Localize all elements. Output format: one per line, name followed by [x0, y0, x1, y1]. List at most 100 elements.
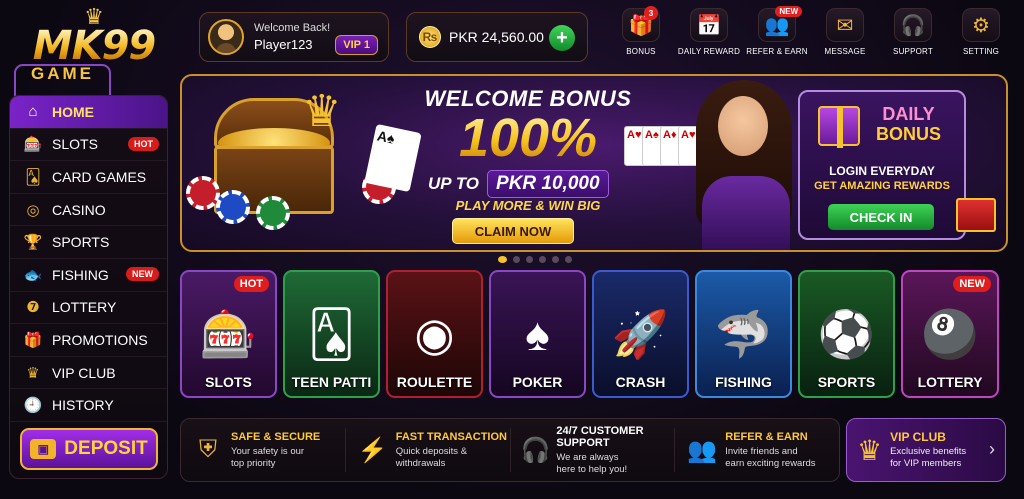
lightning-icon: ⚡ [357, 436, 388, 464]
feature-title: SAFE & SECURE [231, 430, 321, 443]
gift-icon: 🎁 [23, 331, 43, 349]
carousel-dot[interactable] [539, 256, 546, 263]
daily-reward-button[interactable]: 📅 DAILY REWARD [678, 8, 740, 64]
sidebar-item-card-games[interactable]: 🂡 CARD GAMES [10, 161, 167, 194]
feature-title: 24/7 CUSTOMER SUPPORT [556, 424, 644, 449]
feature-strip: ⛨ SAFE & SECURE Your safety is our top p… [180, 418, 840, 482]
sidebar-item-label: HISTORY [52, 397, 114, 414]
sidebar-item-label: PROMOTIONS [52, 331, 148, 348]
game-name: SLOTS [205, 374, 252, 390]
roulette-icon: ◎ [26, 201, 40, 219]
wallet-icon: ▣ [30, 439, 57, 459]
vip-level-badge[interactable]: VIP 1 [335, 35, 378, 55]
support-button[interactable]: 🎧 SUPPORT [882, 8, 944, 64]
user-profile-card[interactable]: Welcome Back! Player123 VIP 1 [199, 12, 389, 62]
slot-machine-icon: 🎰 [23, 136, 43, 154]
sidebar-item-vip-club[interactable]: ♛ VIP CLUB [10, 357, 167, 390]
vip-club-desc-line2: for VIP members [890, 458, 962, 469]
feature-desc-line1: Quick deposits & [395, 445, 468, 457]
game-card-sports[interactable]: ⚽ SPORTS [798, 270, 895, 398]
game-card-roulette[interactable]: ◉ ROULETTE [386, 270, 483, 398]
game-name: CRASH [615, 374, 666, 390]
sidebar-item-lottery[interactable]: ❼ LOTTERY [10, 292, 167, 325]
avatar[interactable] [208, 19, 244, 55]
cards-icon: 🂡 [25, 168, 41, 186]
feature-refer-earn: 👥 REFER & EARN Invite friends and earn e… [675, 428, 839, 472]
game-card-poker[interactable]: ♠ POKER [489, 270, 586, 398]
carousel-dot[interactable] [565, 256, 572, 263]
game-card-fishing[interactable]: 🦈 FISHING [695, 270, 792, 398]
sidebar-item-label: SPORTS [52, 234, 110, 251]
new-badge: NEW [126, 266, 159, 281]
carousel-dot[interactable] [526, 256, 533, 263]
promo-banner[interactable]: ♛ A♠ WELCOME BONUS 100% UP TO PKR 10,000… [180, 74, 1008, 252]
message-button[interactable]: ✉ MESSAGE [814, 8, 876, 64]
refer-earn-button[interactable]: 👥 NEW REFER & EARN [746, 6, 808, 64]
message-label: MESSAGE [824, 47, 866, 56]
sidebar-item-casino[interactable]: ◎ CASINO [10, 194, 167, 227]
sidebar-item-home[interactable]: ⌂ HOME [10, 96, 167, 129]
game-card-teen-patti[interactable]: 🂡 TEEN PATTI [283, 270, 380, 398]
game-name: ROULETTE [396, 374, 473, 390]
add-funds-button[interactable]: + [549, 25, 575, 51]
wallet-balance: ₨ PKR 24,560.00 + [406, 12, 588, 62]
game-card-lottery[interactable]: 🎱 NEW LOTTERY [901, 270, 999, 398]
sidebar-item-sports[interactable]: 🏆 SPORTS [10, 226, 167, 259]
users-icon: 👥 [687, 436, 718, 464]
carousel-dot[interactable] [552, 256, 559, 263]
lottery-ball-icon: ❼ [26, 299, 40, 317]
new-badge: NEW [775, 6, 802, 17]
sidebar-item-label: VIP CLUB [52, 364, 116, 381]
up-to-label: UP TO [428, 174, 480, 193]
headset-icon: 🎧 [520, 436, 551, 464]
vip-club-card[interactable]: ♛ VIP CLUB Exclusive benefits for VIP me… [846, 418, 1006, 482]
game-card-slots[interactable]: 🎰 HOT SLOTS [180, 270, 277, 398]
crown-icon: ♛ [857, 434, 883, 466]
feature-desc-line2: top priority [231, 457, 276, 469]
setting-button[interactable]: ⚙ SETTING [950, 8, 1012, 64]
sidebar-item-history[interactable]: 🕘 HISTORY [10, 389, 167, 422]
hostess-image [682, 76, 808, 250]
carousel-dot[interactable] [513, 256, 520, 263]
game-name: POKER [512, 374, 563, 390]
crown-icon: ♛ [26, 364, 40, 382]
feature-title: REFER & EARN [725, 430, 808, 443]
sidebar-item-promotions[interactable]: 🎁 PROMOTIONS [10, 324, 167, 357]
ace-card-image: A♠ [364, 123, 422, 193]
notification-badge: 3 [644, 6, 658, 20]
game-card-crash[interactable]: 🚀 CRASH [592, 270, 689, 398]
check-in-button[interactable]: CHECK IN [828, 204, 934, 230]
feature-desc-line1: Invite friends and [725, 445, 798, 457]
sidebar-item-label: HOME [52, 103, 94, 120]
carousel-dot[interactable] [498, 256, 507, 263]
feature-desc-line2: here to help you! [556, 463, 628, 475]
claim-now-button[interactable]: CLAIM NOW [452, 218, 574, 244]
banner-tagline: PLAY MORE & WIN BIG [455, 198, 601, 213]
setting-label: SETTING [962, 47, 1000, 56]
daily-bonus-title: DAILY BONUS [876, 104, 942, 144]
sidebar-item-fishing[interactable]: 🐟 FISHING NEW [10, 259, 167, 292]
new-badge: NEW [953, 276, 991, 292]
sidebar-item-slots[interactable]: 🎰 SLOTS HOT [10, 129, 167, 162]
hot-badge: HOT [233, 276, 269, 292]
crown-icon: ♛ [302, 87, 342, 136]
username: Player123 [254, 37, 313, 52]
deposit-button[interactable]: ▣ DEPOSIT [20, 428, 158, 470]
headset-icon: 🎧 [894, 8, 932, 42]
gift-icon [818, 106, 860, 148]
welcome-text: Welcome Back! [254, 22, 331, 34]
sidebar-item-label: LOTTERY [52, 299, 117, 316]
balance-amount: PKR 24,560.00 [449, 29, 544, 45]
feature-desc-line2: withdrawals [395, 457, 446, 469]
game-name: SPORTS [817, 374, 876, 390]
daily-bonus-line1: LOGIN EVERYDAY [829, 164, 935, 178]
bonus-button[interactable]: 🎁 3 BONUS [610, 6, 672, 64]
bonus-percent: 100% [418, 110, 638, 166]
sidebar-item-label: FISHING [52, 266, 109, 283]
calendar-icon: 📅 [690, 8, 728, 42]
gear-icon: ⚙ [962, 8, 1000, 42]
history-icon: 🕘 [23, 397, 43, 415]
deposit-label: DEPOSIT [64, 438, 148, 459]
sidebar-item-label: CARD GAMES [52, 168, 147, 185]
brand-logo[interactable]: ♛ MK99 GAME [14, 6, 174, 192]
